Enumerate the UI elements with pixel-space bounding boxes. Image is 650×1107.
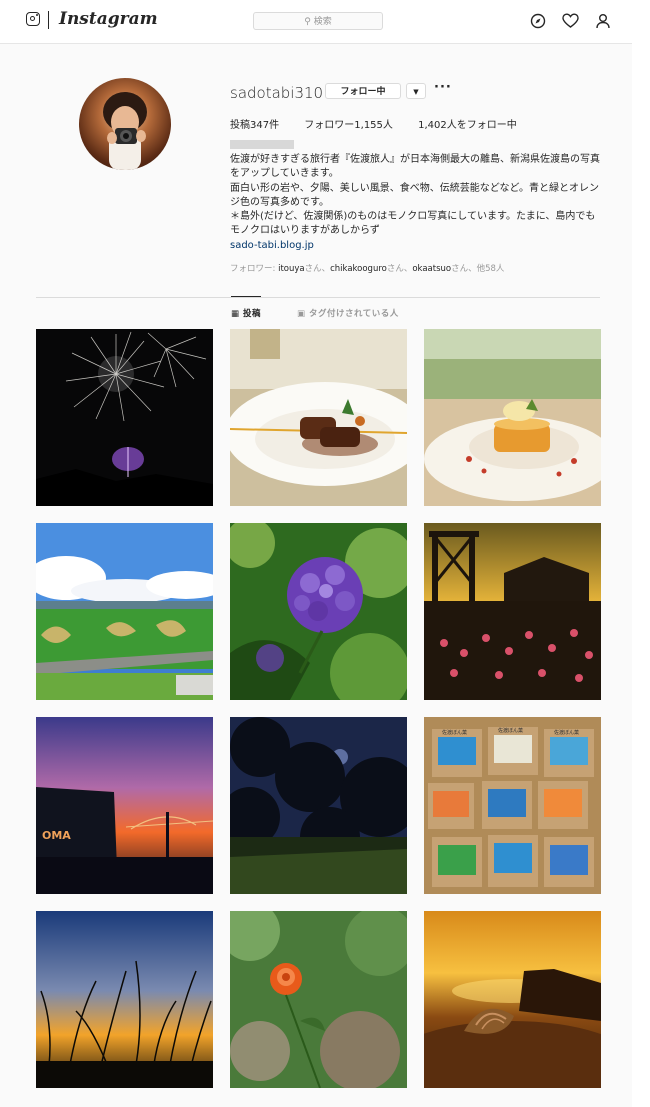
post-thumbnail-hydrangea[interactable] — [230, 523, 407, 700]
tab-tagged-label: タグ付けされている人 — [309, 309, 399, 319]
heart-icon[interactable] — [561, 12, 579, 30]
bio-line: ＊島外(だけど、佐渡関係)のものはモノクロ写真にしています。たまに、島内でもモノ… — [230, 211, 596, 237]
package-label: 佐渡ぼん菓 — [554, 729, 579, 736]
following-button[interactable]: フォロー中 — [325, 83, 401, 99]
chevron-down-icon: ▼ — [413, 88, 419, 96]
post-thumbnail-seashell-sunset[interactable] — [424, 911, 601, 1088]
posts-grid: OMA 佐渡ぼん菓 佐渡ぼん菓 佐渡ぼん菓 — [36, 329, 601, 1088]
more-options-icon[interactable]: ··· — [434, 80, 452, 95]
post-thumbnail-orange-rose[interactable] — [230, 911, 407, 1088]
person-icon[interactable] — [594, 12, 612, 30]
tab-tagged[interactable]: ▣ タグ付けされている人 — [297, 307, 399, 319]
instagram-wordmark[interactable]: Instagram — [59, 9, 158, 29]
profile-avatar[interactable] — [79, 78, 171, 170]
tab-posts-label: 投稿 — [243, 309, 262, 319]
followers-count[interactable]: フォロワー1,155人 — [304, 120, 393, 131]
follower-link[interactable]: itouya — [278, 264, 305, 274]
post-thumbnail-rice-field-art[interactable] — [36, 523, 213, 700]
search-placeholder: 検索 — [313, 17, 332, 27]
followed-by-prefix: フォロワー: — [230, 264, 279, 274]
tagged-icon: ▣ — [297, 309, 306, 319]
followed-by-line: フォロワー: itouyaさん、chikakooguroさん、okaatsuoさ… — [230, 262, 504, 274]
bio-line: 佐渡が好きすぎる旅行者『佐渡旅人』が日本海側最大の離島、新潟県佐渡島の写真をアッ… — [230, 154, 600, 180]
profile-username: sadotabi310 — [230, 84, 324, 102]
redacted-full-name — [230, 140, 294, 149]
post-thumbnail-meat-dish[interactable] — [230, 329, 407, 506]
tabs-divider — [36, 297, 600, 298]
post-thumbnail-night-trees[interactable] — [230, 717, 407, 894]
post-thumbnail-oma-sunset[interactable]: OMA — [36, 717, 213, 894]
followed-by-suffix: さん、 — [386, 264, 413, 274]
search-input[interactable]: ⚲ 検索 — [253, 12, 383, 30]
grid-icon: ▦ — [231, 309, 240, 319]
post-thumbnail-grass-silhouette-sunset[interactable] — [36, 911, 213, 1088]
bio-line: 面白い形の岩や、夕陽、美しい風景、食べ物、伝統芸能などなど。青と緑とオレンジ色の… — [230, 182, 599, 208]
suggestions-dropdown-button[interactable]: ▼ — [406, 83, 426, 99]
right-margin — [632, 0, 650, 1107]
top-navigation-bar: Instagram ⚲ 検索 — [0, 0, 632, 44]
post-thumbnail-fireworks[interactable] — [36, 329, 213, 506]
package-label: 佐渡ぼん菓 — [442, 729, 467, 736]
followed-by-suffix: さん、他58人 — [451, 264, 505, 274]
follower-link[interactable]: chikakooguro — [330, 264, 387, 274]
logo-divider — [48, 11, 49, 29]
post-thumbnail-mine-ruins-sunset[interactable] — [424, 523, 601, 700]
profile-bio: 佐渡が好きすぎる旅行者『佐渡旅人』が日本海側最大の離島、新潟県佐渡島の写真をアッ… — [230, 153, 602, 253]
profile-stats: 投稿347件 フォロワー1,155人 1,402人をフォロー中 — [230, 116, 539, 131]
instagram-glyph-icon[interactable] — [26, 12, 40, 26]
svg-text:OMA: OMA — [42, 829, 71, 842]
tab-posts[interactable]: ▦ 投稿 — [231, 307, 261, 319]
posts-count: 投稿347件 — [230, 120, 280, 131]
post-thumbnail-dessert[interactable] — [424, 329, 601, 506]
following-count[interactable]: 1,402人をフォロー中 — [418, 120, 517, 131]
followed-by-suffix: さん、 — [304, 264, 331, 274]
compass-icon[interactable] — [529, 12, 547, 30]
package-label: 佐渡ぼん菓 — [498, 727, 523, 734]
active-tab-indicator — [231, 296, 261, 297]
search-icon: ⚲ — [304, 17, 311, 27]
post-thumbnail-souvenir-packages[interactable]: 佐渡ぼん菓 佐渡ぼん菓 佐渡ぼん菓 — [424, 717, 601, 894]
website-link[interactable]: sado-tabi.blog.jp — [230, 240, 314, 251]
follower-link[interactable]: okaatsuo — [412, 264, 451, 274]
